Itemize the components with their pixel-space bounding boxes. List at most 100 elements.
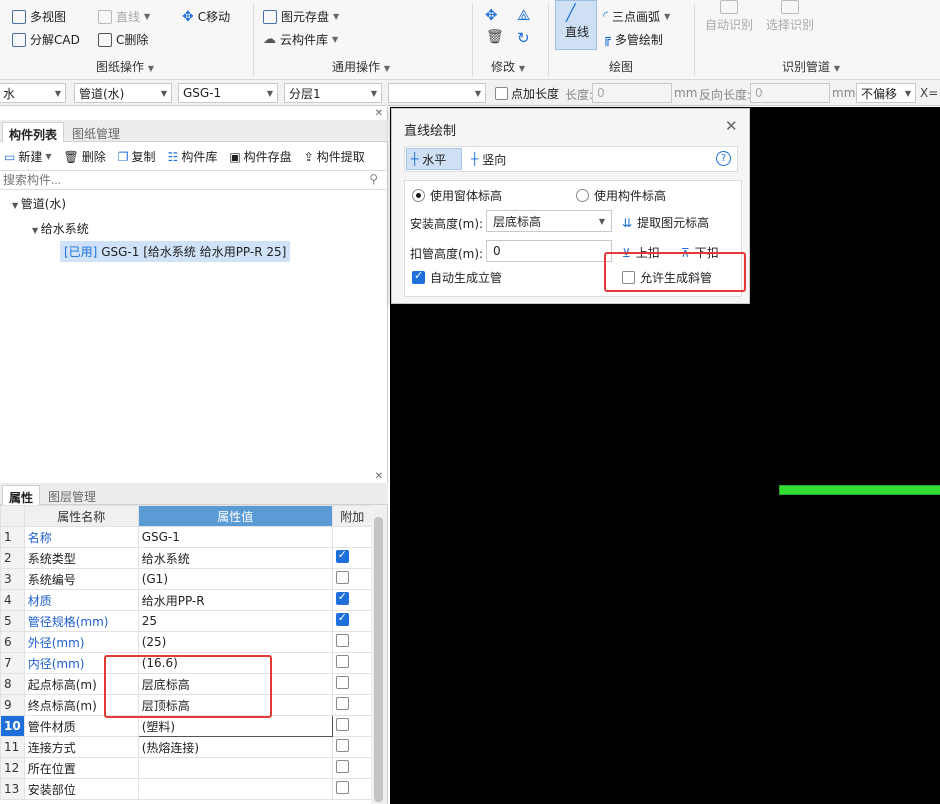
close-icon[interactable]: ✕ bbox=[375, 108, 383, 119]
extra-select[interactable]: ▼ bbox=[388, 83, 486, 103]
search-icon[interactable]: ⚲ bbox=[369, 172, 378, 186]
green-pipe-line[interactable] bbox=[779, 485, 940, 495]
property-value[interactable]: 25 bbox=[137, 610, 333, 632]
scrollbar-thumb[interactable] bbox=[374, 517, 383, 802]
extract-elev-button[interactable]: ⇊ 提取图元标高 bbox=[622, 214, 709, 231]
mirror-icon[interactable]: ⟁ bbox=[517, 6, 530, 24]
explode-cad-button[interactable]: 分解CAD bbox=[12, 31, 80, 48]
table-row[interactable]: 2 系统类型 给水系统 bbox=[0, 547, 373, 569]
property-value[interactable]: 给水用PP-R bbox=[137, 589, 333, 611]
tab-layer-management[interactable]: 图层管理 bbox=[42, 485, 102, 505]
close-icon[interactable]: ✕ bbox=[375, 471, 383, 482]
group-recognize-pipe[interactable]: 识别管道 ▼ bbox=[782, 58, 840, 75]
property-value[interactable] bbox=[137, 778, 333, 800]
property-value[interactable]: (热熔连接) bbox=[137, 736, 333, 758]
help-icon[interactable]: ? bbox=[716, 151, 731, 166]
property-value[interactable]: GSG-1 bbox=[137, 526, 333, 548]
collapse-icon[interactable]: ▼ bbox=[32, 226, 41, 235]
straight-line-button[interactable]: ╱ 直线 bbox=[555, 0, 597, 50]
component-extract-button[interactable]: ⇪ 构件提取 bbox=[304, 148, 365, 165]
additional-checkbox[interactable] bbox=[335, 634, 349, 647]
table-row[interactable]: 13 安装部位 bbox=[0, 778, 373, 800]
auto-recognize-button[interactable]: 自动识别 bbox=[705, 0, 753, 33]
additional-checkbox[interactable] bbox=[335, 611, 349, 626]
additional-checkbox[interactable] bbox=[335, 739, 349, 752]
install-height-select[interactable]: 层底标高 ▼ bbox=[486, 210, 612, 232]
close-icon[interactable]: ✕ bbox=[725, 117, 738, 135]
move-tool-icon[interactable]: ✥ bbox=[485, 6, 498, 24]
tab-component-list[interactable]: 构件列表 bbox=[2, 122, 65, 142]
rotate-icon[interactable]: ↻ bbox=[517, 29, 530, 47]
use-comp-elev-radio[interactable]: 使用构件标高 bbox=[576, 187, 666, 204]
cloud-library-button[interactable]: ☁ 云构件库 ▼ bbox=[263, 31, 338, 48]
additional-checkbox[interactable] bbox=[335, 781, 349, 794]
tab-properties[interactable]: 属性 bbox=[2, 485, 41, 505]
table-row[interactable]: 11 连接方式 (热熔连接) bbox=[0, 736, 373, 758]
property-value[interactable] bbox=[137, 757, 333, 779]
table-row[interactable]: 5 管径规格(mm) 25 bbox=[0, 610, 373, 632]
additional-checkbox[interactable] bbox=[335, 760, 349, 773]
tree-root[interactable]: ▼ 管道(水) bbox=[12, 195, 66, 212]
additional-checkbox[interactable] bbox=[335, 655, 349, 668]
additional-checkbox[interactable] bbox=[335, 548, 349, 563]
property-value[interactable]: (塑料) bbox=[137, 715, 333, 737]
c-delete-button[interactable]: C删除 bbox=[98, 31, 148, 48]
table-row[interactable]: 1 名称 GSG-1 bbox=[0, 526, 373, 548]
tree-child[interactable]: ▼ 给水系统 bbox=[32, 220, 89, 237]
deduct-height-input[interactable]: 0 bbox=[486, 240, 612, 262]
save-icon: ▣ bbox=[229, 149, 241, 164]
property-name: 所在位置 bbox=[23, 757, 139, 779]
auto-riser-check[interactable] bbox=[412, 269, 425, 284]
line-button[interactable]: 直线 ▼ bbox=[98, 8, 150, 25]
property-scrollbar[interactable] bbox=[371, 505, 387, 804]
point-length-check[interactable] bbox=[495, 87, 508, 100]
property-value[interactable]: (25) bbox=[137, 631, 333, 653]
horizontal-button[interactable]: ┼ 水平 bbox=[406, 148, 462, 170]
collapse-icon[interactable]: ▼ bbox=[12, 201, 21, 210]
additional-checkbox[interactable] bbox=[335, 697, 349, 710]
select-recognize-button[interactable]: 选择识别 bbox=[766, 0, 814, 33]
additional-checkbox[interactable] bbox=[335, 590, 349, 605]
element-save-button[interactable]: 图元存盘 ▼ bbox=[263, 8, 339, 25]
radio-selected[interactable] bbox=[412, 189, 425, 202]
discipline-select[interactable]: 水 ▼ bbox=[0, 83, 66, 103]
point-length-checkbox[interactable]: 点加长度 bbox=[495, 85, 559, 102]
multi-pipe-draw-button[interactable]: ╔ 多管绘制 bbox=[603, 31, 663, 48]
tab-drawing-management[interactable]: 图纸管理 bbox=[66, 122, 126, 142]
c-move-button[interactable]: ✥ C移动 bbox=[182, 8, 230, 25]
new-button[interactable]: ▭ 新建 ▼ bbox=[4, 148, 52, 165]
group-drawing-ops[interactable]: 图纸操作 ▼ bbox=[96, 58, 154, 75]
auto-riser-checkbox[interactable]: 自动生成立管 bbox=[412, 269, 502, 286]
three-point-arc-button[interactable]: ◜ 三点画弧 ▼ bbox=[603, 8, 670, 25]
component-type-select[interactable]: 管道(水) ▼ bbox=[74, 83, 172, 103]
group-modify[interactable]: 修改 ▼ bbox=[491, 58, 525, 75]
length-input[interactable]: 0 bbox=[592, 83, 672, 103]
table-row[interactable]: 3 系统编号 (G1) bbox=[0, 568, 373, 590]
delete-tool-icon[interactable]: 🗑 bbox=[486, 29, 504, 45]
property-value[interactable]: 给水系统 bbox=[137, 547, 333, 569]
table-row[interactable]: 6 外径(mm) (25) bbox=[0, 631, 373, 653]
component-select[interactable]: GSG-1 ▼ bbox=[178, 83, 278, 103]
multi-view-button[interactable]: 多视图 bbox=[12, 8, 66, 25]
property-value[interactable]: (G1) bbox=[137, 568, 333, 590]
component-save-button[interactable]: ▣ 构件存盘 bbox=[229, 148, 291, 165]
additional-checkbox[interactable] bbox=[335, 718, 349, 731]
additional-checkbox[interactable] bbox=[335, 676, 349, 689]
vertical-button[interactable]: ┼ 竖向 bbox=[467, 148, 506, 170]
layer-select[interactable]: 分层1 ▼ bbox=[284, 83, 382, 103]
table-row[interactable]: 10 管件材质 (塑料) bbox=[0, 715, 373, 737]
table-row[interactable]: 4 材质 给水用PP-R bbox=[0, 589, 373, 611]
additional-checkbox[interactable] bbox=[335, 571, 349, 584]
search-input[interactable] bbox=[0, 171, 360, 189]
tree-leaf[interactable]: [已用] GSG-1 [给水系统 给水用PP-R 25] bbox=[60, 241, 291, 262]
offset-select[interactable]: 不偏移 ▼ bbox=[856, 83, 916, 103]
use-window-elev-radio[interactable]: 使用窗体标高 bbox=[412, 187, 502, 204]
radio-unselected[interactable] bbox=[576, 189, 589, 202]
table-row[interactable]: 12 所在位置 bbox=[0, 757, 373, 779]
delete-button[interactable]: 🗑 删除 bbox=[64, 148, 106, 165]
group-common-ops[interactable]: 通用操作 ▼ bbox=[332, 58, 390, 75]
library-button[interactable]: ☷ 构件库 bbox=[168, 148, 218, 165]
additional-cell bbox=[331, 673, 373, 695]
reverse-length-input[interactable]: 0 bbox=[750, 83, 830, 103]
copy-button[interactable]: ❐ 复制 bbox=[118, 148, 156, 165]
